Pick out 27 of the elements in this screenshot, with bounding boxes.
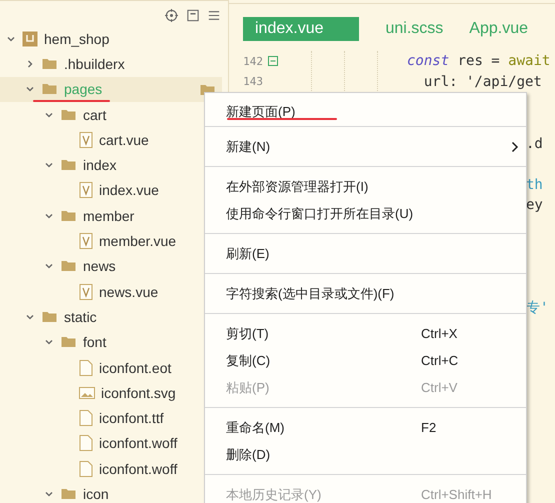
item-label: cart.vue: [99, 132, 149, 148]
item-label: .hbuilderx: [64, 56, 125, 72]
code-line: url: '/api/get: [422, 74, 542, 90]
code-line: const res = await: [407, 53, 550, 70]
code-text: 专': [526, 299, 548, 318]
code-text: .d: [526, 136, 543, 152]
item-label: iconfont.ttf: [99, 410, 164, 426]
item-label: font: [83, 334, 106, 350]
item-label: index: [83, 157, 116, 174]
line-number: 143: [242, 75, 263, 88]
item-label: member: [83, 208, 134, 224]
code-text: th: [526, 176, 543, 193]
item-label: cart: [83, 106, 106, 123]
item-label: icon: [83, 486, 109, 502]
item-label: news.vue: [99, 284, 158, 300]
item-label: hem_shop: [44, 30, 110, 47]
item-label: iconfont.woff: [99, 435, 178, 452]
line-number: 142: [242, 54, 263, 68]
item-label: pages: [64, 81, 102, 98]
item-label: index.vue: [99, 182, 159, 198]
item-label: static: [64, 308, 97, 325]
item-label: iconfont.woff: [99, 460, 178, 477]
code-text: ey: [526, 197, 543, 214]
item-label: iconfont.svg: [101, 384, 176, 401]
item-label: member.vue: [99, 233, 176, 250]
item-label: iconfont.eot: [99, 360, 172, 376]
item-label: news: [83, 258, 116, 274]
